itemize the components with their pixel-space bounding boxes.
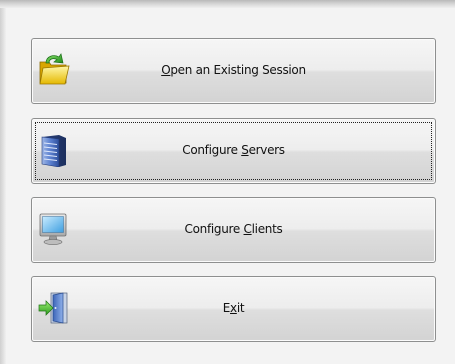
open-existing-session-button[interactable]: Open an Existing Session xyxy=(31,38,436,104)
window-left-edge xyxy=(0,8,6,364)
exit-label: Exit xyxy=(222,301,245,315)
configure-servers-label: Configure Servers xyxy=(182,143,285,157)
window-top-edge xyxy=(0,0,455,8)
main-menu-window: Open an Existing Session Configure Serve… xyxy=(0,0,455,364)
open-existing-session-label: Open an Existing Session xyxy=(161,63,306,77)
configure-servers-button[interactable]: Configure Servers xyxy=(31,118,436,184)
configure-clients-button[interactable]: Configure Clients xyxy=(31,197,436,263)
exit-button[interactable]: Exit xyxy=(31,276,436,342)
configure-clients-label: Configure Clients xyxy=(184,222,283,236)
